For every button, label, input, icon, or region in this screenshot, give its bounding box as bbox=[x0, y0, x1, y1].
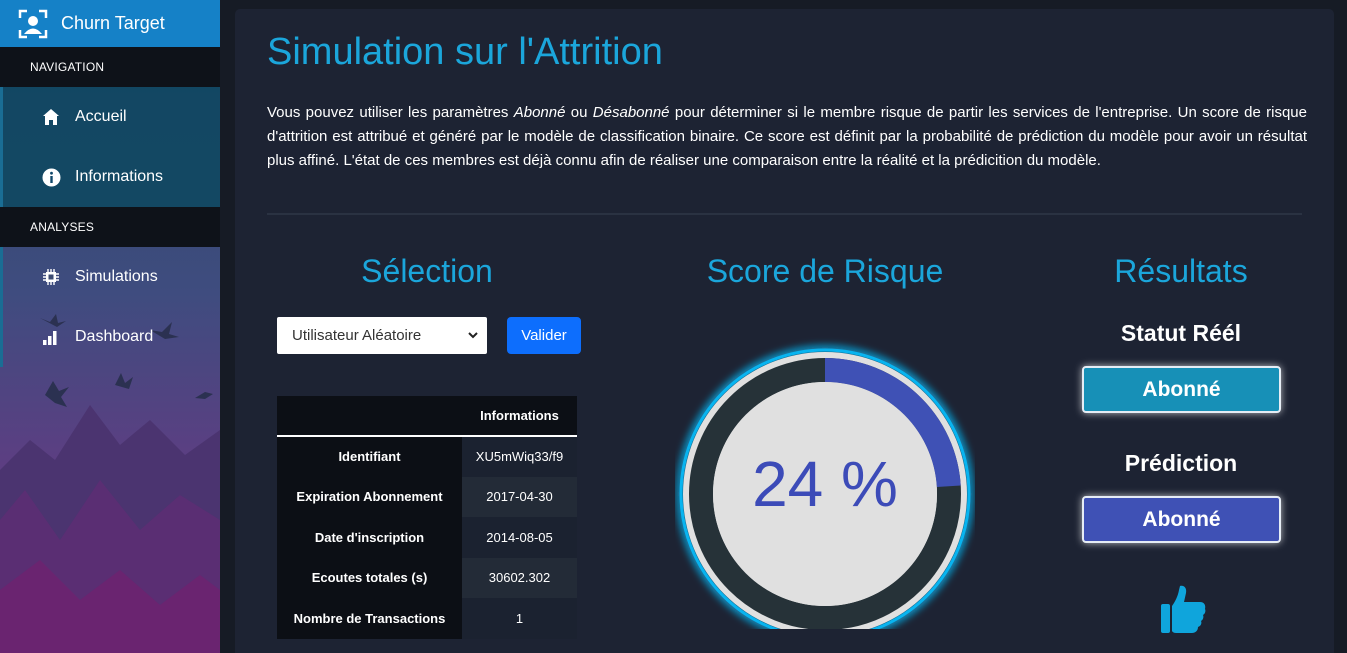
home-icon bbox=[41, 107, 61, 127]
main-card: Simulation sur l'Attrition Vous pouvez u… bbox=[235, 9, 1334, 653]
bar-chart-icon bbox=[41, 327, 61, 347]
app-title: Churn Target bbox=[61, 13, 165, 33]
prediction-badge: Abonné bbox=[1082, 496, 1281, 543]
real-status-label: Statut Réél bbox=[1120, 320, 1242, 346]
intro-text: Vous pouvez utiliser les paramètres bbox=[267, 104, 514, 121]
thumbs-up-icon bbox=[1161, 585, 1206, 633]
row-value: 2017-04-30 bbox=[462, 476, 577, 517]
info-table: Informations Identifiant XU5mWiq33/f9 Ex… bbox=[277, 396, 577, 639]
user-select[interactable]: Utilisateur Aléatoire bbox=[277, 317, 487, 354]
score-title: Score de Risque bbox=[706, 253, 944, 289]
nav-section-analyses: ANALYSES bbox=[0, 207, 220, 247]
table-row: Expiration Abonnement 2017-04-30 bbox=[277, 476, 577, 517]
table-row: Identifiant XU5mWiq33/f9 bbox=[277, 436, 577, 477]
table-header-empty bbox=[277, 396, 462, 437]
table-row: Ecoutes totales (s) 30602.302 bbox=[277, 557, 577, 598]
results-title: Résultats bbox=[1114, 253, 1248, 289]
intro-text: ou bbox=[565, 104, 593, 121]
row-value: 2014-08-05 bbox=[462, 517, 577, 558]
chevron-down-icon bbox=[468, 332, 478, 339]
sidebar-item-label: Simulations bbox=[75, 268, 158, 285]
selection-title: Sélection bbox=[361, 253, 493, 289]
sidebar-item-label: Informations bbox=[75, 168, 164, 185]
page-title: Simulation sur l'Attrition bbox=[267, 31, 663, 73]
select-value: Utilisateur Aléatoire bbox=[292, 327, 422, 344]
sidebar-item-label: Dashboard bbox=[75, 328, 154, 345]
risk-score-value: 24 % bbox=[752, 448, 898, 520]
row-key: Identifiant bbox=[277, 436, 462, 477]
prediction-label: Prédiction bbox=[1124, 450, 1238, 476]
intro-desabonne: Désabonné bbox=[592, 104, 670, 121]
sidebar-item-informations[interactable]: Informations bbox=[0, 147, 220, 207]
row-key: Ecoutes totales (s) bbox=[277, 557, 462, 598]
intro-abonne: Abonné bbox=[513, 104, 566, 121]
row-value: XU5mWiq33/f9 bbox=[462, 436, 577, 477]
row-value: 30602.302 bbox=[462, 557, 577, 598]
intro-paragraph: Vous pouvez utiliser les paramètres Abon… bbox=[267, 101, 1307, 173]
divider bbox=[267, 213, 1302, 215]
row-key: Expiration Abonnement bbox=[277, 476, 462, 517]
brand-header[interactable]: Churn Target bbox=[0, 0, 220, 47]
sidebar: Churn Target NAVIGATION Accueil Informat… bbox=[0, 0, 220, 653]
table-row: Date d'inscription 2014-08-05 bbox=[277, 517, 577, 558]
validate-button[interactable]: Valider bbox=[507, 317, 581, 354]
table-header: Informations bbox=[462, 396, 577, 437]
nav-section-navigation: NAVIGATION bbox=[0, 47, 220, 87]
sidebar-item-label: Accueil bbox=[75, 108, 127, 125]
row-key: Date d'inscription bbox=[277, 517, 462, 558]
chip-icon bbox=[41, 267, 61, 287]
real-status-badge: Abonné bbox=[1082, 366, 1281, 413]
row-value: 1 bbox=[462, 598, 577, 639]
table-header-row: Informations bbox=[277, 396, 577, 437]
sidebar-item-dashboard[interactable]: Dashboard bbox=[0, 307, 220, 367]
sidebar-item-accueil[interactable]: Accueil bbox=[0, 87, 220, 147]
info-icon bbox=[41, 167, 61, 187]
user-scan-icon bbox=[18, 9, 48, 38]
table-row: Nombre de Transactions 1 bbox=[277, 598, 577, 639]
sidebar-item-simulations[interactable]: Simulations bbox=[0, 247, 220, 307]
row-key: Nombre de Transactions bbox=[277, 598, 462, 639]
